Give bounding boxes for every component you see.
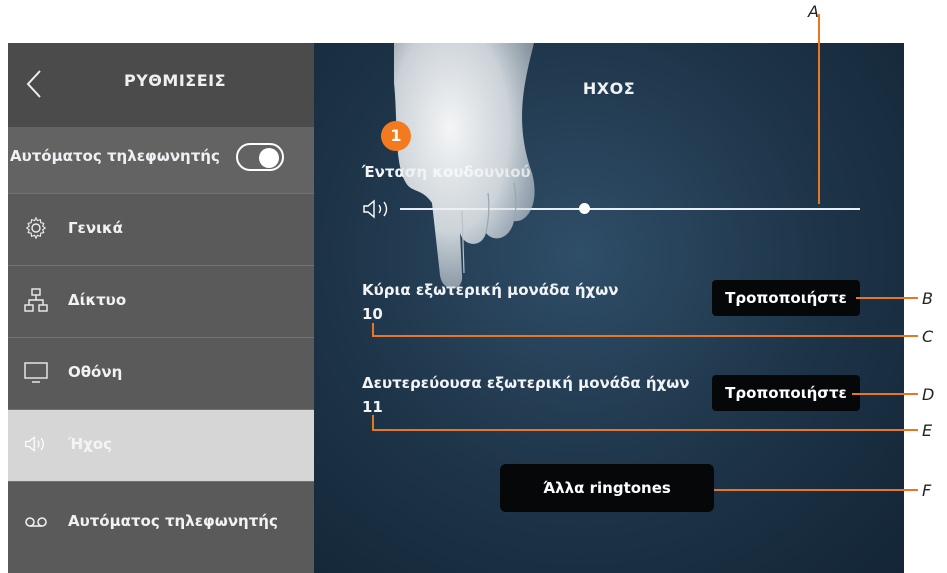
sidebar-item-answering-machine[interactable]: Αυτόματος τηλεφωνητής bbox=[8, 481, 314, 573]
callout-d: D bbox=[922, 385, 935, 404]
callout-e: E bbox=[922, 421, 933, 440]
secondary-unit-value: 11 bbox=[362, 398, 383, 416]
sidebar: ΡΥΘΜΙΣΕΙΣ Αυτόματος τηλεφωνητής Γενικά Δ… bbox=[8, 43, 314, 573]
speaker-icon bbox=[25, 435, 44, 453]
gear-icon bbox=[25, 216, 47, 240]
sidebar-header: ΡΥΘΜΙΣΕΙΣ bbox=[8, 43, 314, 127]
callout-line-a bbox=[818, 14, 820, 204]
device-screen: ΡΥΘΜΙΣΕΙΣ Αυτόματος τηλεφωνητής Γενικά Δ… bbox=[8, 43, 904, 573]
modify-secondary-unit-button[interactable]: Τροποποιήστε bbox=[712, 375, 860, 411]
auto-answer-row: Αυτόματος τηλεφωνητής bbox=[8, 127, 314, 193]
auto-answer-label: Αυτόματος τηλεφωνητής bbox=[10, 147, 220, 165]
slider-handle[interactable] bbox=[578, 203, 590, 214]
sidebar-item-label: Αυτόματος τηλεφωνητής bbox=[68, 512, 278, 530]
callout-line-e-tick bbox=[372, 415, 374, 430]
sidebar-item-label: Οθόνη bbox=[68, 363, 123, 381]
voicemail-icon bbox=[25, 517, 47, 527]
callout-line-c-tick bbox=[372, 323, 374, 336]
sidebar-title: ΡΥΘΜΙΣΕΙΣ bbox=[123, 71, 227, 90]
sidebar-item-label: Δίκτυο bbox=[68, 291, 127, 309]
sidebar-item-general[interactable]: Γενικά bbox=[8, 193, 314, 265]
secondary-unit-label: Δευτερεύουσα εξωτερική μονάδα ήχων bbox=[362, 374, 690, 392]
network-icon bbox=[24, 288, 48, 312]
sidebar-item-display[interactable]: Οθόνη bbox=[8, 337, 314, 409]
sidebar-item-network[interactable]: Δίκτυο bbox=[8, 265, 314, 337]
callout-line-c bbox=[372, 335, 918, 337]
callout-line-e bbox=[372, 429, 918, 431]
callout-f: F bbox=[922, 481, 932, 500]
monitor-icon bbox=[24, 362, 48, 383]
pointing-hand-icon bbox=[394, 43, 535, 289]
sidebar-item-label: Ήχος bbox=[68, 435, 113, 453]
callout-line-f bbox=[714, 489, 918, 491]
step-badge: 1 bbox=[381, 121, 411, 151]
other-ringtones-button[interactable]: Άλλα ringtones bbox=[500, 464, 714, 512]
modify-main-unit-button[interactable]: Τροποποιήστε bbox=[712, 280, 860, 316]
callout-a: A bbox=[808, 2, 819, 21]
toggle-knob bbox=[259, 148, 279, 168]
callout-b: B bbox=[922, 289, 933, 308]
auto-answer-toggle[interactable] bbox=[236, 143, 284, 171]
callout-line-b bbox=[856, 297, 918, 299]
sidebar-item-label: Γενικά bbox=[68, 219, 123, 237]
callout-c: C bbox=[922, 327, 934, 346]
callout-line-d bbox=[852, 393, 918, 395]
sidebar-item-sound[interactable]: Ήχος bbox=[8, 409, 314, 481]
back-chevron-icon[interactable] bbox=[24, 69, 44, 99]
